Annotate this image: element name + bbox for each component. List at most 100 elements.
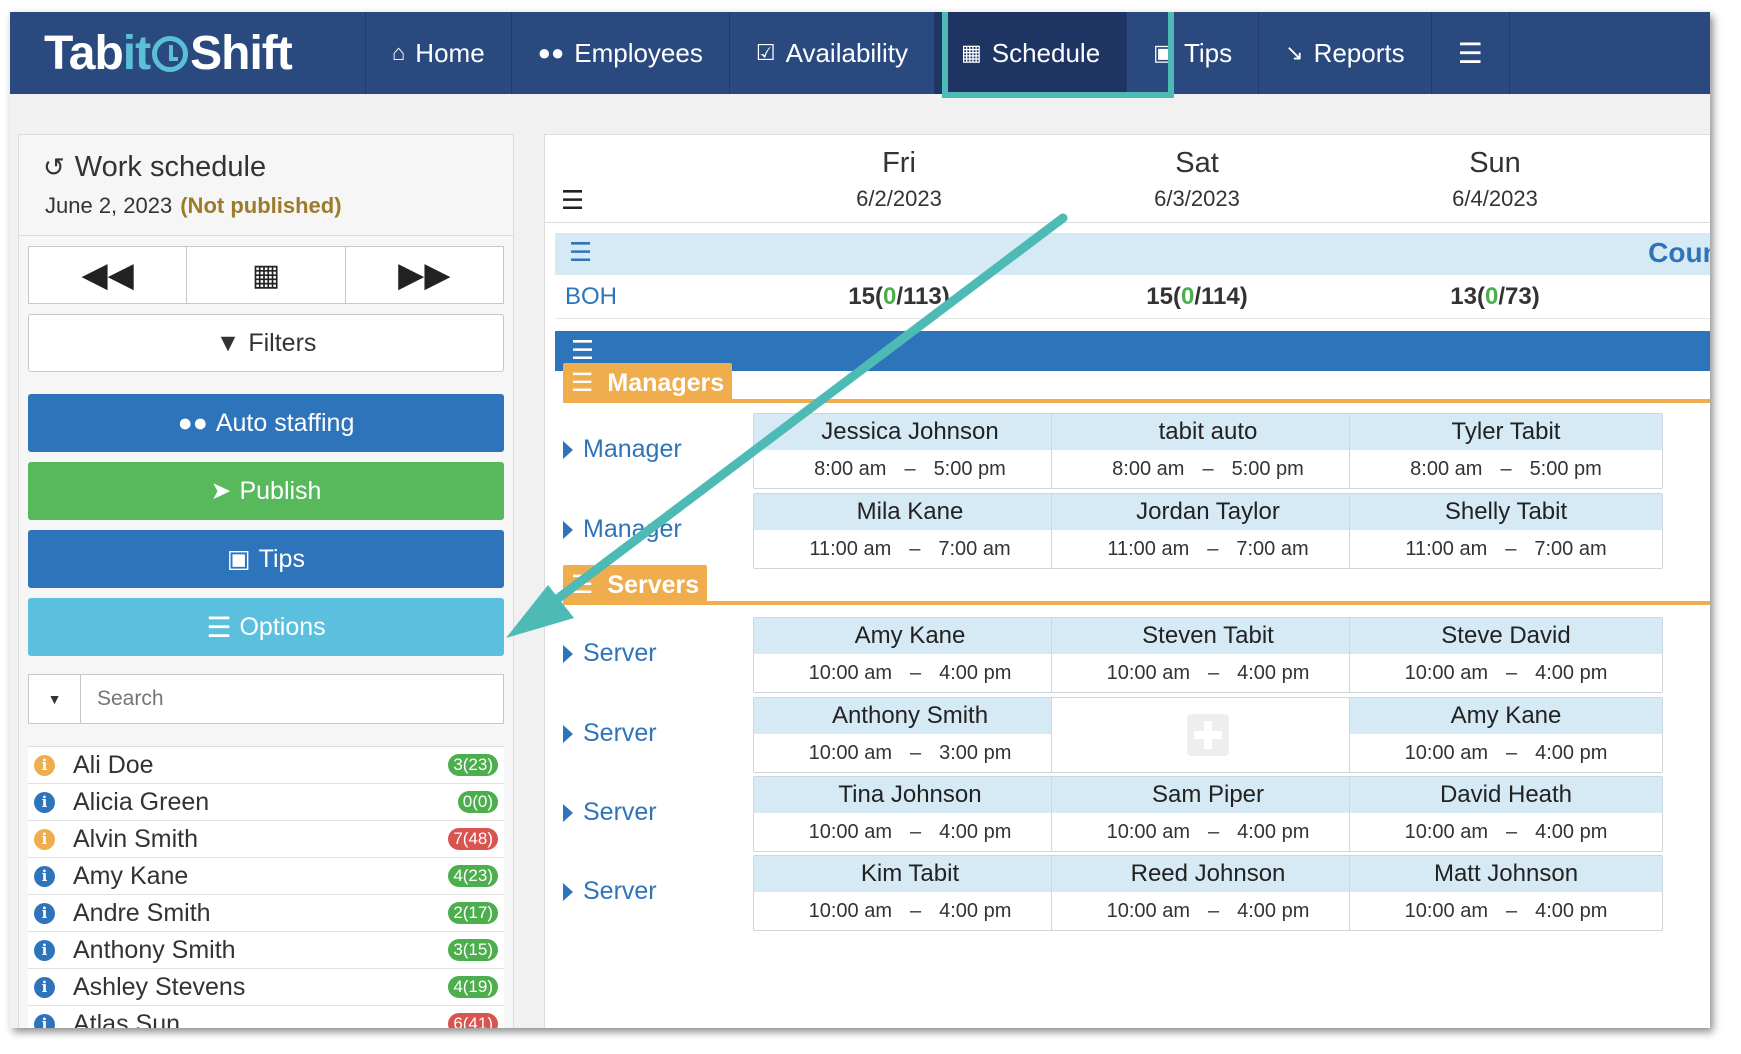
shift-end: 4:00 pm (1237, 899, 1310, 922)
nav-reports-label: Reports (1313, 37, 1405, 68)
employee-list-item[interactable]: i Alicia Green 0(0) (28, 784, 504, 821)
nav-employees[interactable]: ●● Employees (512, 12, 730, 94)
shift-dash: – (1202, 457, 1214, 480)
shift-employee: Amy Kane (1350, 698, 1662, 734)
shift-end: 5:00 pm (1231, 457, 1304, 480)
employee-hours-badge: 3(23) (448, 754, 498, 776)
day-sun: Sun 6/4/2023 (1395, 147, 1595, 212)
nav-tips-label: Tips (1183, 37, 1233, 68)
info-icon[interactable]: i (34, 976, 55, 998)
employee-list-item[interactable]: i Alvin Smith 7(48) (28, 821, 504, 858)
shift-card[interactable]: Anthony Smith 10:00 am –3:00 pm (753, 697, 1067, 773)
employee-list-item[interactable]: i Ali Doe 3(23) (28, 747, 504, 784)
schedule-grid: ☰ Fri 6/2/2023 Sat 6/3/2023 Sun 6/4/2023 ☰ … (544, 134, 1710, 1028)
search-dropdown[interactable]: ▼ (29, 675, 81, 723)
shift-card[interactable]: Amy Kane 10:00 am –4:00 pm (753, 617, 1067, 693)
section-tag[interactable]: ☰ Managers (563, 363, 733, 403)
grid-menu-icon[interactable]: ☰ (561, 185, 584, 216)
info-icon[interactable]: i (34, 939, 55, 961)
shift-card[interactable]: Mila Kane 11:00 am –7:00 am (753, 493, 1067, 569)
role-toggle[interactable]: Server (563, 639, 657, 668)
shift-card[interactable]: tabit auto 8:00 am –5:00 pm (1051, 413, 1365, 489)
schedule-date-text: June 2, 2023 (45, 193, 173, 218)
options-button[interactable]: ☰ Options (28, 598, 504, 656)
shift-card[interactable]: Steven Tabit 10:00 am –4:00 pm (1051, 617, 1365, 693)
shift-employee: tabit auto (1052, 414, 1364, 450)
shift-card[interactable]: Reed Johnson 10:00 am –4:00 pm (1051, 855, 1365, 931)
app-logo[interactable]: Tab it Shift (10, 12, 366, 94)
section-underline (563, 399, 1710, 403)
shift-card[interactable]: Amy Kane 10:00 am –4:00 pm (1349, 697, 1663, 773)
employee-list-item[interactable]: i Anthony Smith 3(15) (28, 932, 504, 969)
role-toggle[interactable]: Server (563, 798, 657, 827)
shift-dash: – (1506, 741, 1518, 764)
prev-week-button[interactable]: ◀◀ (29, 247, 188, 303)
auto-staffing-button[interactable]: ●● Auto staffing (28, 394, 504, 452)
shift-employee: Anthony Smith (754, 698, 1066, 734)
info-icon[interactable]: i (34, 791, 55, 813)
shift-dash: – (909, 537, 921, 560)
shift-dash: – (1208, 661, 1220, 684)
tips-button[interactable]: ▣ Tips (28, 530, 504, 588)
role-toggle[interactable]: Server (563, 877, 657, 906)
logo-text-it: it (122, 26, 151, 80)
calendar-button[interactable]: ▦ (187, 247, 346, 303)
work-schedule-title-text: Work schedule (74, 151, 267, 183)
employee-hours-badge: 2(17) (448, 902, 498, 924)
shift-card[interactable]: Steve David 10:00 am –4:00 pm (1349, 617, 1663, 693)
top-navbar: Tab it Shift ⌂ Home ●● Employees ☑ Availabili… (10, 12, 1710, 98)
info-icon[interactable]: i (34, 1013, 55, 1028)
filters-button[interactable]: ▼ Filters (28, 314, 504, 372)
role-toggle[interactable]: Manager (563, 515, 682, 544)
calendar-icon: ▦ (251, 258, 281, 292)
employee-hours-badge: 3(15) (448, 939, 498, 961)
users-icon: ●● (537, 40, 565, 65)
shift-time: 10:00 am –4:00 pm (754, 892, 1066, 930)
employee-hours-badge: 7(48) (448, 828, 498, 850)
search-input[interactable] (81, 675, 503, 723)
section-name: Servers (607, 570, 700, 599)
shift-card[interactable]: Jessica Johnson 8:00 am –5:00 pm (753, 413, 1067, 489)
boh-count-row: BOH 15(0/113) 15(0/114) 13(0/73) (555, 275, 1710, 319)
shift-card[interactable]: David Heath 10:00 am –4:00 pm (1349, 776, 1663, 852)
employee-name: Ali Doe (73, 750, 154, 779)
employee-list-item[interactable]: i Ashley Stevens 4(19) (28, 969, 504, 1006)
shift-card[interactable]: Sam Piper 10:00 am –4:00 pm (1051, 776, 1365, 852)
section-tag[interactable]: ☰ Servers (563, 565, 708, 605)
count-menu-icon[interactable]: ☰ (569, 237, 592, 268)
shift-end: 7:00 am (1534, 537, 1607, 560)
shift-card[interactable]: Jordan Taylor 11:00 am –7:00 am (1051, 493, 1365, 569)
day-sat: Sat 6/3/2023 (1097, 147, 1297, 212)
shift-card[interactable]: Kim Tabit 10:00 am –4:00 pm (753, 855, 1067, 931)
employee-list: i Ali Doe 3(23) i Alicia Green 0(0) i Alvin Smi… (28, 746, 504, 1028)
info-icon[interactable]: i (34, 828, 55, 850)
employee-hours-badge: 0(0) (457, 791, 498, 813)
info-icon[interactable]: i (34, 902, 55, 924)
nav-availability[interactable]: ☑ Availability (730, 12, 935, 94)
publish-button[interactable]: ➤ Publish (28, 462, 504, 520)
shift-end: 4:00 pm (1535, 661, 1608, 684)
next-week-button[interactable]: ▶▶ (346, 247, 503, 303)
role-toggle[interactable]: Server (563, 719, 657, 748)
nav-reports[interactable]: ↘ Reports (1259, 12, 1432, 94)
employee-list-item[interactable]: i Amy Kane 4(23) (28, 858, 504, 895)
nav-more-menu[interactable]: ☰ (1432, 12, 1510, 94)
employee-list-item[interactable]: i Andre Smith 2(17) (28, 895, 504, 932)
shift-card[interactable]: Shelly Tabit 11:00 am –7:00 am (1349, 493, 1663, 569)
tips-label: Tips (258, 544, 305, 573)
day-date: 6/3/2023 (1154, 186, 1240, 211)
employee-hours-badge: 6(41) (448, 1013, 498, 1028)
shift-card[interactable]: Tina Johnson 10:00 am –4:00 pm (753, 776, 1067, 852)
group-menu-icon[interactable]: ☰ (571, 335, 594, 366)
nav-home[interactable]: ⌂ Home (366, 12, 512, 94)
info-icon[interactable]: i (34, 754, 55, 776)
caret-right-icon (563, 520, 573, 539)
add-shift-slot[interactable] (1051, 697, 1365, 773)
shift-start: 10:00 am (1404, 741, 1488, 764)
shift-time: 10:00 am –4:00 pm (1350, 654, 1662, 692)
role-toggle[interactable]: Manager (563, 435, 682, 464)
shift-card[interactable]: Matt Johnson 10:00 am –4:00 pm (1349, 855, 1663, 931)
info-icon[interactable]: i (34, 865, 55, 887)
employee-list-item[interactable]: i Atlas Sun 6(41) (28, 1006, 504, 1028)
shift-card[interactable]: Tyler Tabit 8:00 am –5:00 pm (1349, 413, 1663, 489)
